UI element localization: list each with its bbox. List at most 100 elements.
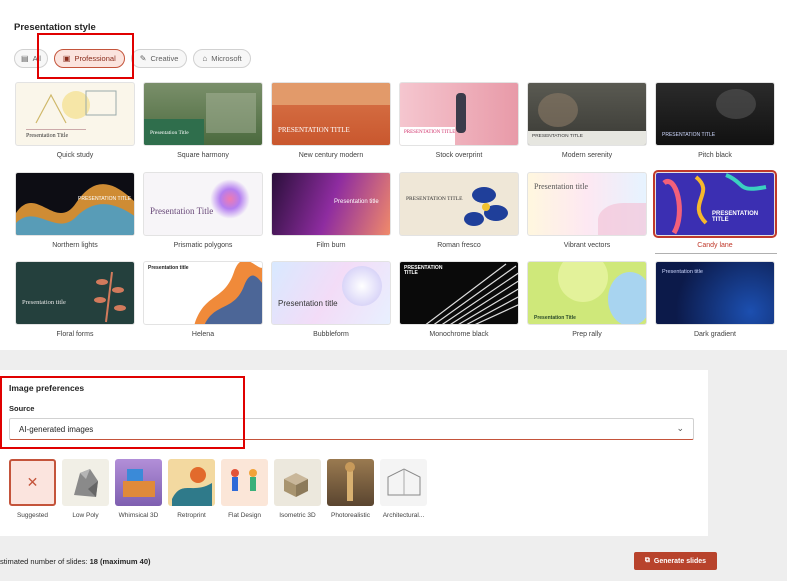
thumb-title: PRESENTATION TITLE xyxy=(278,126,350,134)
thumb-title: Presentation title xyxy=(334,199,379,205)
theme-monochrome-black[interactable]: PRESENTATION TITLE Monochrome black xyxy=(399,261,519,339)
theme-name: Pitch black xyxy=(698,152,732,159)
theme-thumbnail: Presentation title xyxy=(655,261,775,325)
theme-prep-rally[interactable]: Presentation Title Prep rally xyxy=(527,261,647,339)
image-style-label: Isometric 3D xyxy=(279,512,316,519)
filter-all[interactable]: ▤ All xyxy=(14,49,48,68)
image-style-thumbnail xyxy=(327,459,374,506)
source-label: Source xyxy=(9,404,35,413)
theme-name: New century modern xyxy=(298,152,364,159)
theme-thumbnail: PRESENTATION TITLE xyxy=(399,261,519,325)
thumb-title: Presentation title xyxy=(534,182,588,191)
theme-thumbnail: PRESENTATION TITLE xyxy=(527,82,647,146)
theme-thumbnail: PRESENTATION TITLE xyxy=(271,82,391,146)
theme-vibrant-vectors[interactable]: Presentation title Vibrant vectors xyxy=(527,172,647,250)
filter-creative[interactable]: ✎ Creative xyxy=(130,49,188,68)
image-style-retroprint[interactable]: Retroprint xyxy=(168,459,215,519)
theme-thumbnail: Presentation title xyxy=(143,261,263,325)
source-dropdown[interactable]: AI-generated images ⌄ xyxy=(9,418,694,440)
image-style-photorealistic[interactable]: Photorealistic xyxy=(327,459,374,519)
theme-thumbnail: Presentation Title xyxy=(15,82,135,146)
theme-thumbnail: Presentation Title xyxy=(143,172,263,236)
briefcase-icon: ▣ xyxy=(62,54,71,63)
theme-film-burn[interactable]: Presentation title Film burn xyxy=(271,172,391,250)
slide-estimate-prefix: stimated number of slides: xyxy=(0,557,90,566)
theme-name: Quick study xyxy=(56,152,94,159)
slide-estimate: stimated number of slides: 18 (maximum 4… xyxy=(0,557,151,566)
image-style-low-poly[interactable]: Low Poly xyxy=(62,459,109,519)
theme-square-harmony[interactable]: Presentation Title Square harmony xyxy=(143,82,263,160)
thumb-title: PRESENTATION TITLE xyxy=(406,196,463,202)
image-style-label: Whimsical 3D xyxy=(118,512,159,519)
image-style-architectural[interactable]: Architectural... xyxy=(380,459,427,519)
thumb-title: PRESENTATION TITLE xyxy=(78,196,132,202)
source-value: AI-generated images xyxy=(19,424,94,434)
theme-name: Film burn xyxy=(316,242,346,249)
theme-stock-overprint[interactable]: PRESENTATION TITLE Stock overprint xyxy=(399,82,519,160)
building-icon: ⌂ xyxy=(202,54,208,63)
theme-thumbnail: PRESENTATION TITLE xyxy=(399,82,519,146)
thumb-title: Presentation title xyxy=(662,269,703,275)
filter-label: All xyxy=(32,54,41,63)
image-style-label: Retroprint xyxy=(177,512,206,519)
image-style-thumbnail xyxy=(274,459,321,506)
filter-microsoft[interactable]: ⌂ Microsoft xyxy=(193,49,251,68)
theme-floral-forms[interactable]: Presentation title Floral forms xyxy=(15,261,135,339)
theme-pitch-black[interactable]: PRESENTATION TITLE Pitch black xyxy=(655,82,775,160)
thumb-title: PRESENTATION TITLE xyxy=(404,130,456,135)
image-style-whimsical-3d[interactable]: Whimsical 3D xyxy=(115,459,162,519)
theme-modern-serenity[interactable]: PRESENTATION TITLE Modern serenity xyxy=(527,82,647,160)
theme-thumbnail: Presentation title xyxy=(15,261,135,325)
image-style-label: Suggested xyxy=(16,512,49,519)
theme-name: Candy lane xyxy=(697,242,733,249)
theme-thumbnail: Presentation title xyxy=(271,172,391,236)
image-style-suggested[interactable]: ✕ Suggested xyxy=(9,459,56,519)
selection-underline xyxy=(655,253,777,254)
theme-thumbnail: PRESENTATION TITLE xyxy=(655,82,775,146)
theme-new-century-modern[interactable]: PRESENTATION TITLE New century modern xyxy=(271,82,391,160)
filter-label: Professional xyxy=(74,54,116,63)
theme-name: Floral forms xyxy=(56,331,94,338)
thumb-title: Presentation Title xyxy=(150,206,214,216)
presentation-style-panel: Presentation style ▤ All ▣ Professional … xyxy=(0,0,787,350)
theme-helena[interactable]: Presentation title Helena xyxy=(143,261,263,339)
thumb-title: Presentation Title xyxy=(150,130,189,136)
theme-thumbnail: Presentation title xyxy=(527,172,647,236)
theme-roman-fresco[interactable]: PRESENTATION TITLE Roman fresco xyxy=(399,172,519,250)
presentation-style-title: Presentation style xyxy=(14,22,96,33)
thumb-title: Presentation title xyxy=(278,299,338,308)
theme-name: Monochrome black xyxy=(429,331,489,338)
image-style-isometric-3d[interactable]: Isometric 3D xyxy=(274,459,321,519)
thumb-title: PRESENTATION TITLE xyxy=(532,134,583,139)
image-style-label: Flat Design xyxy=(228,512,261,519)
filter-professional[interactable]: ▣ Professional xyxy=(53,49,125,68)
theme-dark-gradient[interactable]: Presentation title Dark gradient xyxy=(655,261,775,339)
theme-name: Dark gradient xyxy=(693,331,737,338)
theme-northern-lights[interactable]: PRESENTATION TITLE Northern lights xyxy=(15,172,135,250)
theme-name: Bubbleform xyxy=(313,331,349,338)
theme-name: Prismatic polygons xyxy=(173,242,233,249)
generate-slides-button[interactable]: ⧉ Generate slides xyxy=(634,552,717,570)
theme-name: Northern lights xyxy=(52,242,98,249)
generate-slides-label: Generate slides xyxy=(653,557,707,565)
theme-quick-study[interactable]: Presentation Title Quick study xyxy=(15,82,135,160)
thumb-title: Presentation Title xyxy=(26,133,69,139)
chevron-down-icon: ⌄ xyxy=(676,423,684,433)
theme-bubbleform[interactable]: Presentation title Bubbleform xyxy=(271,261,391,339)
theme-thumbnail: PRESENTATION TITLE xyxy=(15,172,135,236)
thumb-title: Presentation title xyxy=(148,265,189,271)
thumb-title: PRESENTATION TITLE xyxy=(712,211,759,224)
theme-candy-lane[interactable]: PRESENTATION TITLE Candy lane xyxy=(653,170,777,254)
image-style-label: Photorealistic xyxy=(330,512,371,519)
theme-name: Roman fresco xyxy=(437,242,481,249)
sparkle-slash-icon: ✕ xyxy=(9,459,56,506)
theme-prismatic-polygons[interactable]: Presentation Title Prismatic polygons xyxy=(143,172,263,250)
image-preferences-title: Image preferences xyxy=(9,383,85,393)
image-style-thumbnail xyxy=(168,459,215,506)
theme-thumbnail: Presentation Title xyxy=(527,261,647,325)
image-style-flat-design[interactable]: Flat Design xyxy=(221,459,268,519)
theme-name: Helena xyxy=(191,331,215,338)
slide-estimate-value: 18 (maximum 40) xyxy=(89,557,151,566)
theme-thumbnail: PRESENTATION TITLE xyxy=(653,170,777,238)
slides-icon: ⧉ xyxy=(644,557,650,564)
